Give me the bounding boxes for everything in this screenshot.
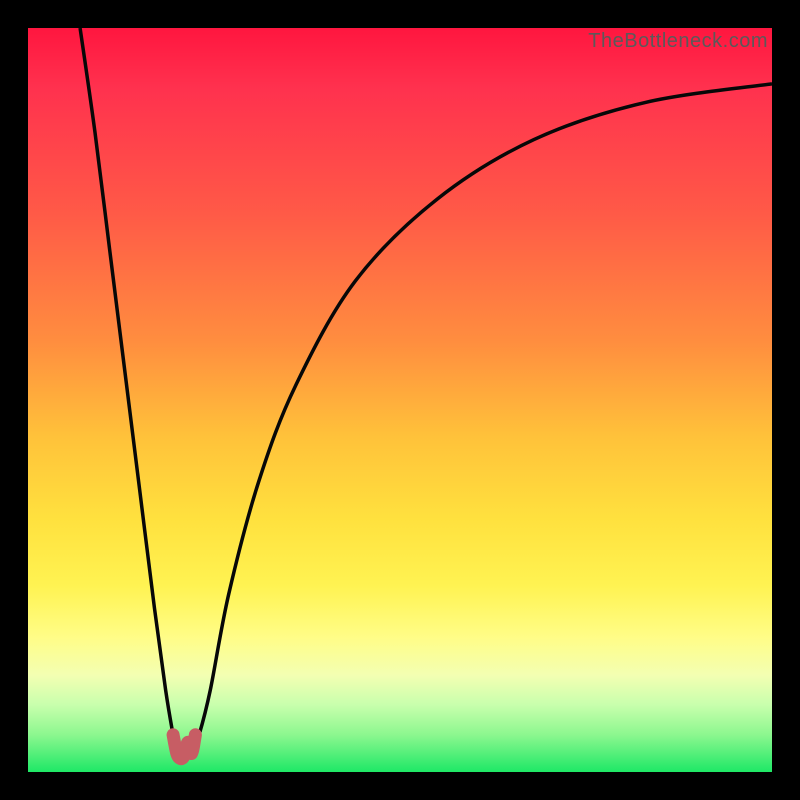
chart-frame: TheBottleneck.com: [0, 0, 800, 800]
curve-layer: [28, 28, 772, 772]
valley-cap-curve: [173, 735, 195, 759]
plot-area: TheBottleneck.com: [28, 28, 772, 772]
left-branch-curve: [80, 28, 177, 753]
right-branch-curve: [192, 84, 772, 754]
